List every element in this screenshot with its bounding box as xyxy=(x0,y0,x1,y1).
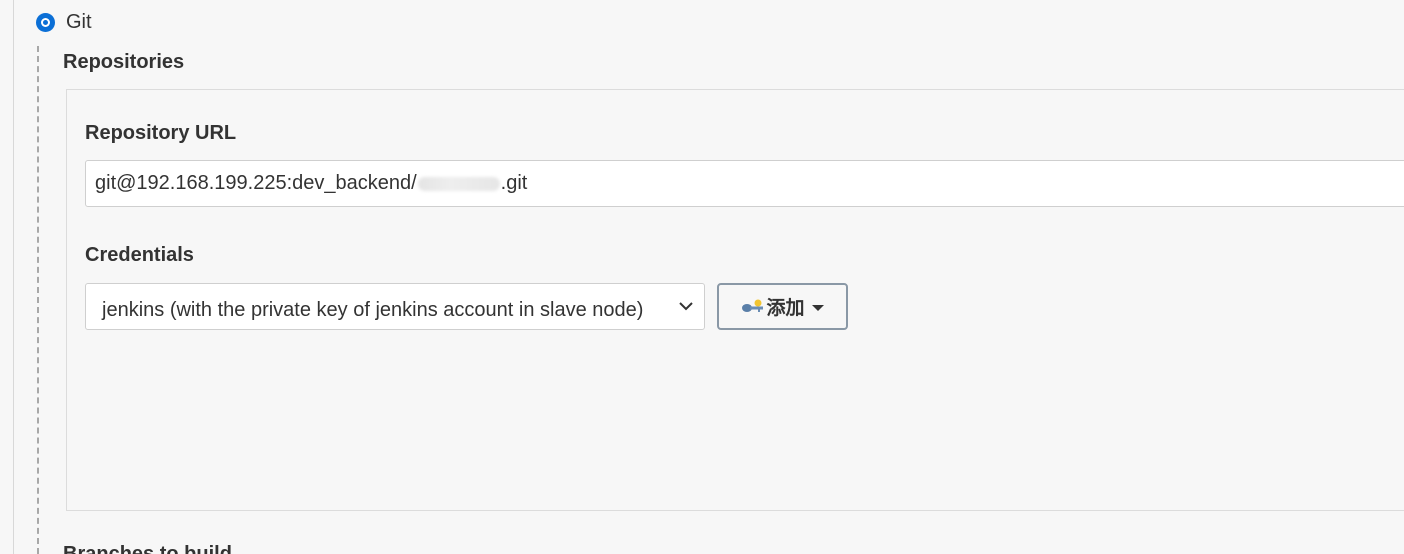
add-button-label: 添加 xyxy=(766,298,805,319)
branches-to-build-title: Branches to build xyxy=(63,543,232,554)
repository-url-prefix: git@192.168.199.225:dev_backend/ xyxy=(95,172,417,194)
scm-option-label: Git xyxy=(66,11,92,33)
radio-selected-icon[interactable] xyxy=(36,13,55,32)
key-icon xyxy=(742,299,764,312)
chevron-down-icon xyxy=(679,302,693,311)
credentials-label: Credentials xyxy=(85,244,194,266)
repository-url-label: Repository URL xyxy=(85,122,237,144)
left-border xyxy=(13,0,14,554)
section-divider xyxy=(37,46,39,554)
add-credentials-button[interactable]: 添加 xyxy=(717,283,848,330)
caret-down-icon xyxy=(811,304,824,311)
credentials-select[interactable]: jenkins (with the private key of jenkins… xyxy=(85,283,705,330)
repository-url-input[interactable]: git@192.168.199.225:dev_backend/ .git xyxy=(85,160,1404,207)
repositories-title: Repositories xyxy=(63,51,185,73)
redacted-text xyxy=(417,176,500,191)
repository-url-suffix: .git xyxy=(500,172,528,194)
git-scm-config: Git Repositories Repository URL git@192.… xyxy=(0,0,1404,554)
credentials-selected-value: jenkins (with the private key of jenkins… xyxy=(102,299,644,321)
scm-option-git[interactable]: Git xyxy=(36,11,92,34)
